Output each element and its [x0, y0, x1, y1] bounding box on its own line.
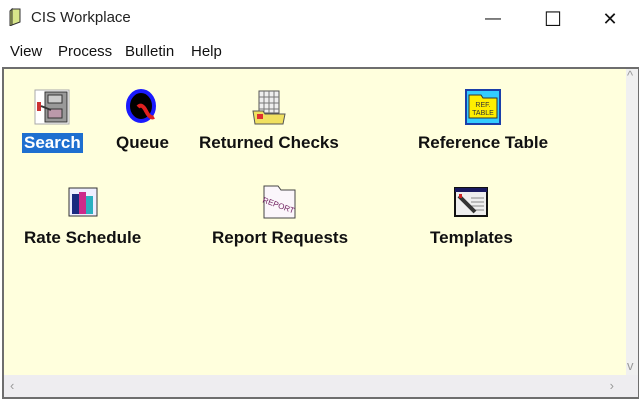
- item-rate-schedule[interactable]: Rate Schedule: [22, 184, 143, 248]
- scroll-left-icon[interactable]: ‹: [10, 378, 14, 393]
- minimize-button[interactable]: —: [478, 6, 508, 32]
- horizontal-scrollbar[interactable]: ‹ ›: [4, 375, 638, 397]
- queue-q-icon: [126, 89, 157, 123]
- item-label: Templates: [430, 228, 513, 247]
- menu-bar: View Process Bulletin Help: [0, 38, 640, 66]
- item-report-requests[interactable]: REPORT Report Requests: [210, 184, 350, 248]
- scroll-down-icon[interactable]: v: [627, 358, 634, 373]
- item-label: Search: [22, 133, 83, 153]
- template-pencil-icon: [454, 187, 489, 217]
- window-title: CIS Workplace: [31, 9, 131, 26]
- close-button[interactable]: ✕: [595, 6, 625, 32]
- item-reference-table[interactable]: REF. TABLE Reference Table: [416, 89, 550, 153]
- scroll-right-icon[interactable]: ›: [610, 378, 614, 393]
- menu-bulletin[interactable]: Bulletin: [125, 43, 174, 60]
- item-label: Rate Schedule: [24, 228, 142, 247]
- item-label: Reference Table: [418, 133, 549, 152]
- folder-grid-icon: [252, 90, 286, 125]
- item-search[interactable]: Search: [22, 89, 83, 153]
- menu-view[interactable]: View: [10, 43, 42, 60]
- item-label: Queue: [116, 133, 169, 152]
- vertical-scrollbar[interactable]: ^ v: [626, 68, 638, 375]
- scroll-up-icon[interactable]: ^: [627, 68, 633, 83]
- file-cabinet-icon: [34, 89, 70, 125]
- workplace-panel: Search Queue Returned Checks REF. TABLE R…: [2, 67, 639, 399]
- item-queue[interactable]: Queue: [114, 89, 171, 153]
- item-label: Returned Checks: [199, 133, 339, 152]
- report-folder-icon: REPORT: [262, 185, 296, 219]
- item-label: Report Requests: [212, 228, 349, 247]
- maximize-button[interactable]: ☐: [538, 6, 568, 32]
- menu-help[interactable]: Help: [191, 43, 222, 60]
- svg-text:REF.: REF.: [475, 102, 490, 109]
- menu-process[interactable]: Process: [58, 43, 112, 60]
- ref-table-icon: REF.TABLE: [465, 89, 502, 125]
- item-templates[interactable]: Templates: [428, 184, 515, 248]
- svg-text:TABLE: TABLE: [472, 110, 494, 117]
- item-returned-checks[interactable]: Returned Checks: [197, 89, 341, 153]
- binders-icon: [68, 187, 98, 217]
- app-book-icon: [9, 8, 21, 26]
- title-bar: CIS Workplace — ☐ ✕: [0, 0, 640, 38]
